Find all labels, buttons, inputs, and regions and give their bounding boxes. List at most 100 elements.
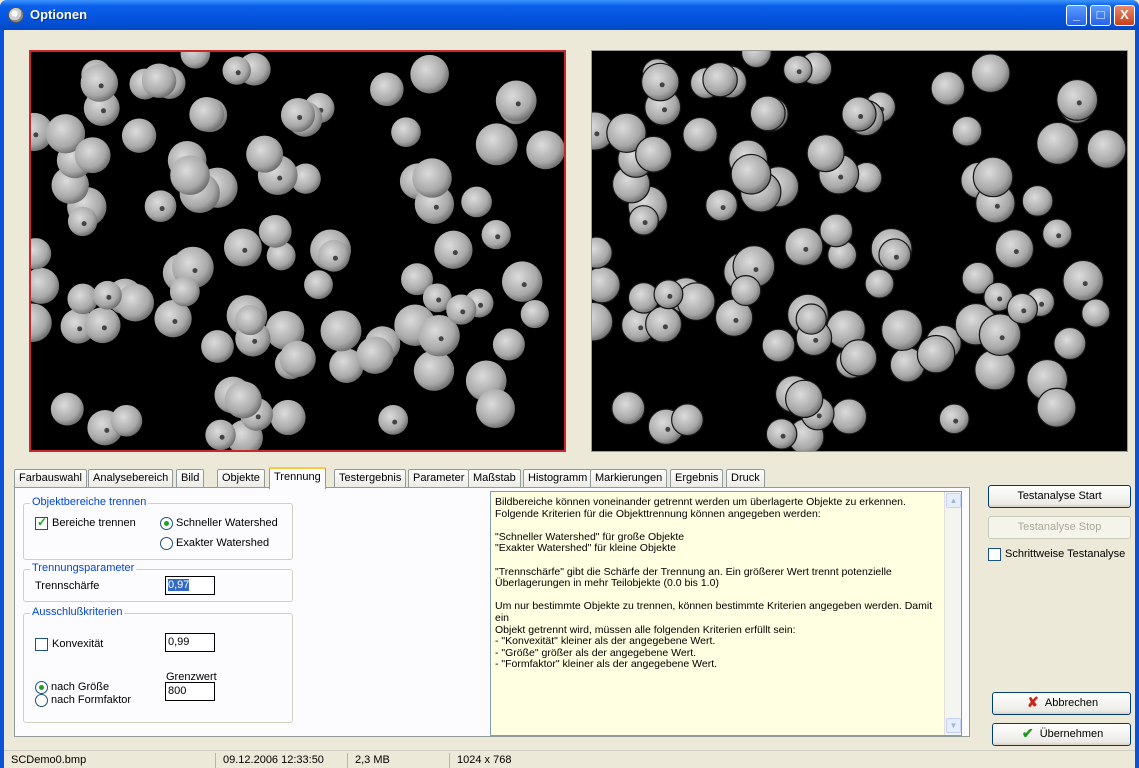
scroll-up-icon[interactable]: ▲ bbox=[946, 493, 961, 508]
cancel-button[interactable]: ✘ Abbrechen bbox=[992, 692, 1131, 715]
particle bbox=[830, 398, 868, 435]
status-bar: SCDemo0.bmp 09.12.2006 12:33:50 2,3 MB 1… bbox=[4, 750, 1135, 768]
stepwise-checkbox[interactable] bbox=[988, 548, 1001, 561]
apply-label: Übernehmen bbox=[1039, 728, 1104, 740]
scroll-down-icon[interactable]: ▼ bbox=[946, 718, 961, 733]
particle bbox=[280, 97, 316, 133]
tab-ergebnis[interactable]: Ergebnis bbox=[670, 469, 724, 487]
particle-spot bbox=[252, 338, 258, 344]
particle bbox=[640, 62, 680, 102]
tab-trennung[interactable]: Trennung bbox=[269, 467, 326, 489]
particle-spot bbox=[999, 335, 1005, 341]
particle bbox=[520, 299, 549, 329]
particle-spot bbox=[659, 82, 665, 88]
particle bbox=[461, 186, 492, 218]
convexity-field[interactable]: 0,99 bbox=[165, 633, 215, 652]
processed-image-pane[interactable] bbox=[591, 50, 1128, 452]
particle-spot bbox=[219, 434, 225, 440]
tab-objekte[interactable]: Objekte bbox=[217, 469, 265, 487]
help-line: Folgende Kriterien für die Objekttrennun… bbox=[495, 507, 821, 520]
particle bbox=[67, 206, 98, 237]
particle bbox=[169, 276, 200, 307]
particle bbox=[501, 261, 543, 302]
tab-markierungen[interactable]: Markierungen bbox=[590, 469, 668, 487]
particle bbox=[994, 229, 1035, 269]
sharpness-label: Trennschärfe bbox=[35, 580, 100, 592]
particle bbox=[938, 403, 970, 435]
particle bbox=[671, 403, 704, 437]
separate-areas-label[interactable]: Bereiche trennen bbox=[52, 517, 136, 529]
options-window: Optionen _ □ X Farbauswahl Analysebereic… bbox=[0, 0, 1139, 768]
tab-histogramm[interactable]: Histogramm bbox=[523, 469, 593, 487]
tab-druck[interactable]: Druck bbox=[726, 469, 765, 487]
help-text-box[interactable]: Bildbereiche können voneinander getrennt… bbox=[490, 491, 962, 736]
particle bbox=[611, 391, 646, 426]
tab-testergebnis[interactable]: Testergebnis bbox=[334, 469, 407, 487]
particle-spot bbox=[478, 302, 484, 308]
particle bbox=[841, 96, 877, 132]
help-line bbox=[495, 555, 943, 567]
particle bbox=[356, 336, 394, 374]
particle bbox=[1062, 259, 1105, 302]
particle bbox=[50, 392, 84, 426]
particle-spot bbox=[33, 132, 39, 138]
particle-spot bbox=[638, 325, 644, 331]
tab-parameter[interactable]: Parameter bbox=[408, 469, 470, 487]
by-size-label[interactable]: nach Größe bbox=[51, 681, 109, 693]
stepwise-label[interactable]: Schrittweise Testanalyse bbox=[1005, 548, 1125, 560]
by-formfactor-radio[interactable] bbox=[35, 694, 48, 707]
convexity-checkbox[interactable] bbox=[35, 638, 48, 651]
limit-field[interactable]: 800 bbox=[165, 682, 215, 701]
tab-bild[interactable]: Bild bbox=[176, 469, 205, 487]
fast-watershed-radio[interactable] bbox=[160, 517, 173, 530]
particle bbox=[951, 115, 983, 147]
particle-spot bbox=[893, 254, 899, 260]
sharpness-field[interactable]: 0,97 bbox=[165, 576, 215, 595]
particle bbox=[370, 72, 404, 107]
particle-spot bbox=[796, 69, 802, 75]
particle-spot bbox=[392, 419, 398, 425]
original-image-pane[interactable] bbox=[29, 50, 566, 452]
separate-areas-checkbox[interactable] bbox=[35, 515, 48, 530]
particle bbox=[270, 399, 306, 436]
by-formfactor-label[interactable]: nach Formfaktor bbox=[51, 694, 131, 706]
parameters-group-title: Trennungsparameter bbox=[30, 562, 137, 574]
test-stop-button[interactable]: Testanalyse Stop bbox=[988, 516, 1131, 539]
particle bbox=[730, 275, 762, 307]
exact-watershed-label[interactable]: Exakter Watershed bbox=[176, 537, 269, 549]
help-scrollbar[interactable]: ▲ ▼ bbox=[944, 492, 961, 735]
tab-analysebereich[interactable]: Analysebereich bbox=[88, 469, 174, 487]
tab-farbauswahl[interactable]: Farbauswahl bbox=[14, 469, 87, 487]
particle bbox=[1021, 184, 1054, 217]
particle bbox=[235, 305, 266, 336]
fast-watershed-label[interactable]: Schneller Watershed bbox=[176, 517, 278, 529]
particle-spot bbox=[192, 268, 198, 274]
help-text: Bildbereiche können voneinander getrennt… bbox=[495, 496, 943, 671]
particle-spot bbox=[77, 326, 83, 332]
apply-button[interactable]: ✔ Übernehmen bbox=[992, 723, 1131, 746]
particle bbox=[916, 334, 956, 374]
test-start-button[interactable]: Testanalyse Start bbox=[988, 485, 1131, 508]
particle bbox=[205, 419, 236, 450]
particle bbox=[1056, 78, 1099, 121]
particle-spot bbox=[1082, 281, 1088, 287]
particle-spot bbox=[1039, 301, 1045, 307]
close-button[interactable]: X bbox=[1114, 5, 1135, 26]
particle-spot bbox=[838, 174, 844, 180]
particle bbox=[782, 54, 813, 85]
exact-watershed-radio[interactable] bbox=[160, 537, 173, 550]
particle bbox=[974, 348, 1016, 391]
by-size-radio[interactable] bbox=[35, 681, 48, 694]
particle-spot bbox=[452, 250, 458, 256]
particle bbox=[67, 283, 98, 315]
minimize-button[interactable]: _ bbox=[1066, 5, 1087, 26]
app-icon bbox=[8, 7, 24, 23]
title-bar[interactable]: Optionen _ □ X bbox=[0, 0, 1139, 30]
convexity-label[interactable]: Konvexität bbox=[52, 638, 103, 650]
maximize-button[interactable]: □ bbox=[1090, 5, 1111, 26]
particle bbox=[795, 303, 827, 335]
particle-spot bbox=[733, 317, 739, 323]
particle bbox=[702, 61, 738, 98]
help-line: "Exakter Watershed" für kleine Objekte bbox=[495, 542, 676, 555]
tab-massstab[interactable]: Maßstab bbox=[468, 469, 521, 487]
